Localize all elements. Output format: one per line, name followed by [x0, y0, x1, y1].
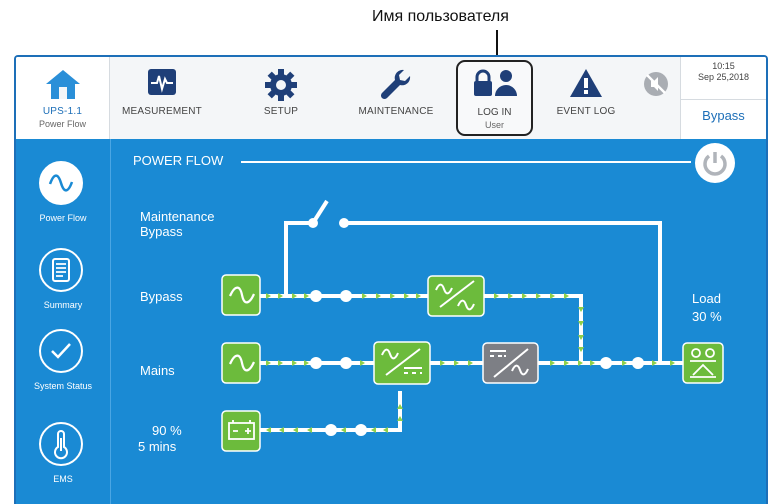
- operating-mode: Bypass: [681, 99, 766, 139]
- waveform-monitor-icon: [146, 67, 178, 102]
- gear-icon: [263, 67, 299, 108]
- nav-maintenance-label: MAINTENANCE: [358, 106, 434, 117]
- wrench-icon: [378, 67, 414, 108]
- clock-date: Sep 25,2018: [697, 72, 750, 82]
- ups-screen: UPS-1.1 Power Flow MEASUREMENT SETUP MAI…: [14, 55, 768, 504]
- nav-maintenance[interactable]: MAINTENANCE: [341, 57, 451, 139]
- bypass-source-module[interactable]: [221, 274, 261, 316]
- lock-user-icon: [472, 68, 518, 103]
- inverter-module[interactable]: [482, 342, 539, 384]
- mute-icon: [643, 71, 669, 102]
- nav-measurement-label: MEASUREMENT: [122, 106, 202, 117]
- nav-event-log-label: EVENT LOG: [556, 106, 616, 117]
- clock-time: 10:15: [712, 61, 735, 71]
- nav-home-label: UPS-1.1: [42, 106, 83, 117]
- status-panel: 10:15 Sep 25,2018 Bypass: [680, 57, 766, 139]
- nav-measurement[interactable]: MEASUREMENT: [112, 57, 212, 139]
- home-icon: [43, 67, 83, 106]
- power-flow-diagram: [221, 199, 724, 452]
- nav-login-user: User: [484, 120, 504, 130]
- nav-event-log[interactable]: EVENT LOG: [546, 57, 626, 139]
- rectifier-module[interactable]: [373, 341, 431, 385]
- load-module[interactable]: [682, 342, 724, 384]
- nav-setup[interactable]: SETUP: [236, 57, 326, 139]
- annotation-leader-line: [496, 30, 498, 58]
- mute-alarm-button[interactable]: [634, 57, 678, 139]
- static-switch-module[interactable]: [427, 275, 485, 317]
- nav-setup-label: SETUP: [263, 106, 299, 117]
- mains-source-module[interactable]: [221, 342, 261, 384]
- nav-login-label: LOG IN: [477, 107, 512, 118]
- nav-home[interactable]: UPS-1.1 Power Flow: [16, 57, 110, 139]
- nav-login[interactable]: LOG IN User: [456, 60, 533, 136]
- warning-icon: [569, 67, 603, 104]
- maintenance-bypass-switch[interactable]: [308, 199, 349, 228]
- nav-home-sublabel: Power Flow: [38, 119, 86, 129]
- flow-lines: [251, 221, 683, 432]
- battery-module[interactable]: [221, 410, 261, 452]
- main-panel: Power Flow Summary System Status EMS POW…: [16, 139, 766, 504]
- username-annotation: Имя пользователя: [372, 8, 509, 25]
- top-navigation-bar: UPS-1.1 Power Flow MEASUREMENT SETUP MAI…: [16, 57, 766, 139]
